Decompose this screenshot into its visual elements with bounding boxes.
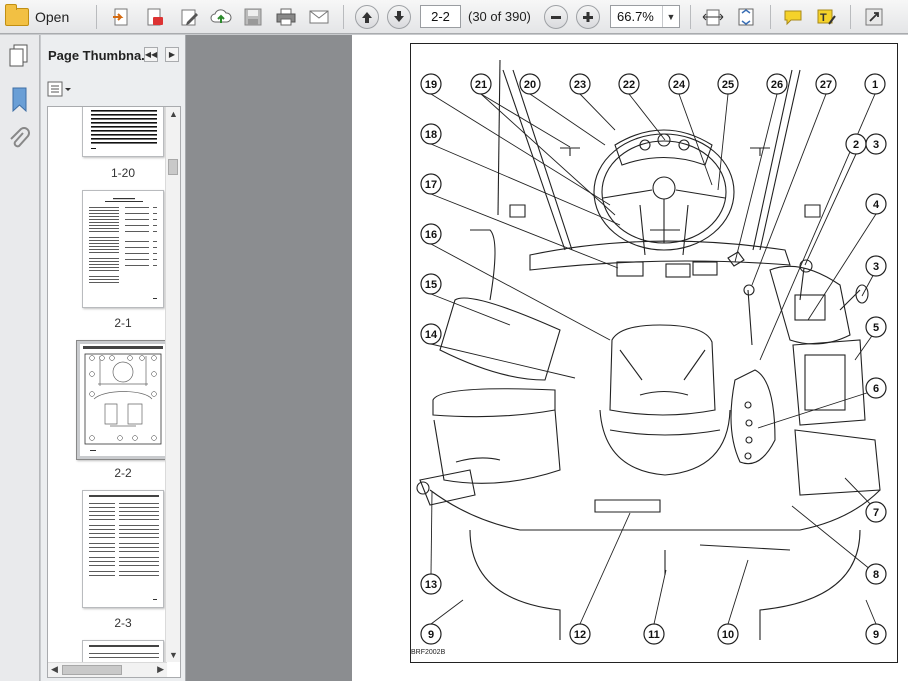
callout-3: 3 xyxy=(865,255,887,277)
callout-27: 27 xyxy=(815,73,837,95)
svg-text:24: 24 xyxy=(673,79,686,91)
callout-10: 10 xyxy=(717,623,739,645)
svg-text:23: 23 xyxy=(574,79,586,91)
callout-9: 9 xyxy=(420,623,442,645)
callout-9: 9 xyxy=(865,623,887,645)
callout-14: 14 xyxy=(420,323,442,345)
svg-text:18: 18 xyxy=(425,129,437,141)
figure-code: BRF2002B xyxy=(411,649,446,656)
callout-3: 3 xyxy=(865,133,887,155)
callout-2: 2 xyxy=(845,133,867,155)
svg-text:25: 25 xyxy=(722,79,734,91)
callout-23: 23 xyxy=(569,73,591,95)
callout-21: 21 xyxy=(470,73,492,95)
svg-text:1: 1 xyxy=(872,79,878,91)
callout-12: 12 xyxy=(569,623,591,645)
svg-text:9: 9 xyxy=(428,629,434,641)
svg-text:7: 7 xyxy=(873,507,879,519)
callout-16: 16 xyxy=(420,223,442,245)
callout-6: 6 xyxy=(865,377,887,399)
callout-11: 11 xyxy=(643,623,665,645)
svg-text:16: 16 xyxy=(425,229,437,241)
svg-text:8: 8 xyxy=(873,569,879,581)
svg-text:11: 11 xyxy=(648,629,660,641)
callout-22: 22 xyxy=(618,73,640,95)
callout-24: 24 xyxy=(668,73,690,95)
svg-text:2: 2 xyxy=(853,139,859,151)
callout-26: 26 xyxy=(766,73,788,95)
callout-8: 8 xyxy=(865,563,887,585)
svg-text:10: 10 xyxy=(722,629,734,641)
svg-text:20: 20 xyxy=(524,79,536,91)
svg-text:6: 6 xyxy=(873,383,879,395)
callout-7: 7 xyxy=(865,501,887,523)
svg-text:13: 13 xyxy=(425,579,437,591)
callout-5: 5 xyxy=(865,316,887,338)
svg-text:26: 26 xyxy=(771,79,783,91)
svg-text:12: 12 xyxy=(574,629,586,641)
callout-19: 19 xyxy=(420,73,442,95)
callout-25: 25 xyxy=(717,73,739,95)
svg-text:15: 15 xyxy=(425,279,437,291)
cab-interior-illustration: 19 21 20 23 22 24 25 26 27 12 31841716315514613789… xyxy=(416,59,887,645)
svg-text:17: 17 xyxy=(425,179,437,191)
callout-4: 4 xyxy=(865,193,887,215)
callout-15: 15 xyxy=(420,273,442,295)
callout-20: 20 xyxy=(519,73,541,95)
callout-labels: 19 21 20 23 22 24 25 26 27 12 31841716315514613789… xyxy=(420,73,887,645)
svg-text:22: 22 xyxy=(623,79,635,91)
callout-17: 17 xyxy=(420,173,442,195)
callout-13: 13 xyxy=(420,573,442,595)
svg-text:5: 5 xyxy=(873,322,879,334)
svg-text:27: 27 xyxy=(820,79,832,91)
svg-text:14: 14 xyxy=(425,329,438,341)
svg-text:9: 9 xyxy=(873,629,879,641)
callout-18: 18 xyxy=(420,123,442,145)
svg-text:21: 21 xyxy=(475,79,487,91)
svg-text:4: 4 xyxy=(873,199,880,211)
svg-text:19: 19 xyxy=(425,79,437,91)
callout-1: 1 xyxy=(864,73,886,95)
svg-text:3: 3 xyxy=(873,139,879,151)
svg-text:3: 3 xyxy=(873,261,879,273)
